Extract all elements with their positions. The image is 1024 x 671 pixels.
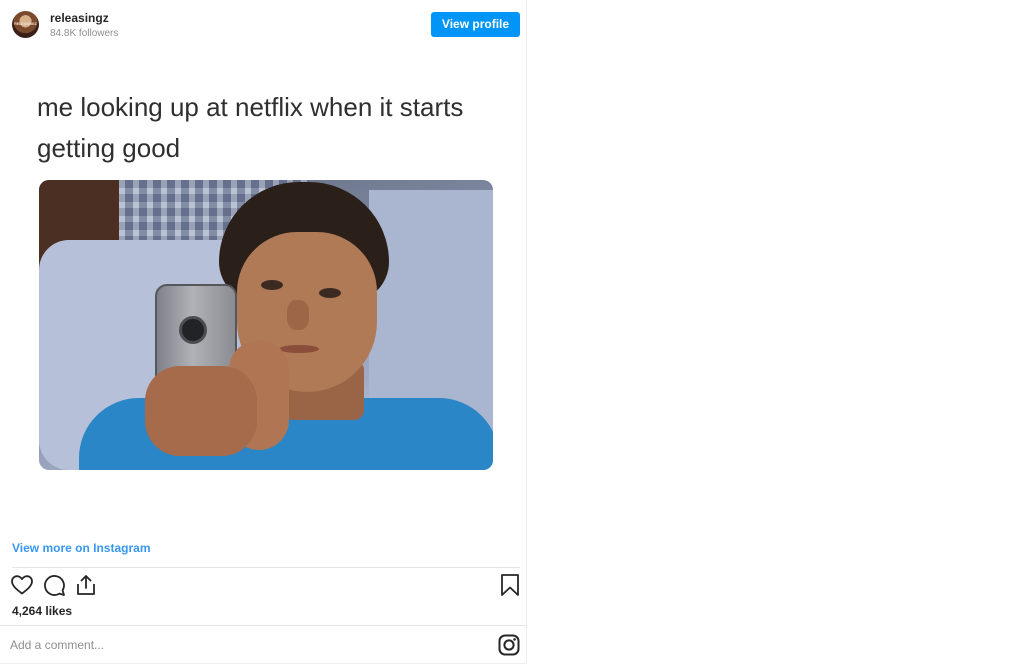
action-bar [0,572,527,602]
like-count[interactable]: 4,264 likes [12,604,72,618]
bookmark-icon[interactable] [499,573,521,597]
divider [12,567,520,568]
instagram-icon[interactable] [498,634,520,656]
meme-photo [39,180,493,470]
follower-count: 84.8K followers [50,28,119,39]
heart-icon[interactable] [10,573,34,597]
avatar[interactable]: RELEASINGZ [12,11,39,38]
share-icon[interactable] [74,573,98,597]
instagram-embed: RELEASINGZ releasingz 84.8K followers Vi… [0,0,527,664]
post-media[interactable]: me looking up at netflix when it starts … [2,50,525,528]
view-profile-button[interactable]: View profile [431,12,520,37]
comment-icon[interactable] [42,573,66,597]
divider [0,625,527,626]
meme-caption: me looking up at netflix when it starts … [37,92,464,163]
add-comment-input[interactable] [10,634,480,656]
avatar-logo-text: RELEASINGZ [14,22,37,26]
post-header: RELEASINGZ releasingz 84.8K followers Vi… [0,0,527,50]
username[interactable]: releasingz [50,11,109,25]
view-more-on-instagram-link[interactable]: View more on Instagram [12,541,151,555]
